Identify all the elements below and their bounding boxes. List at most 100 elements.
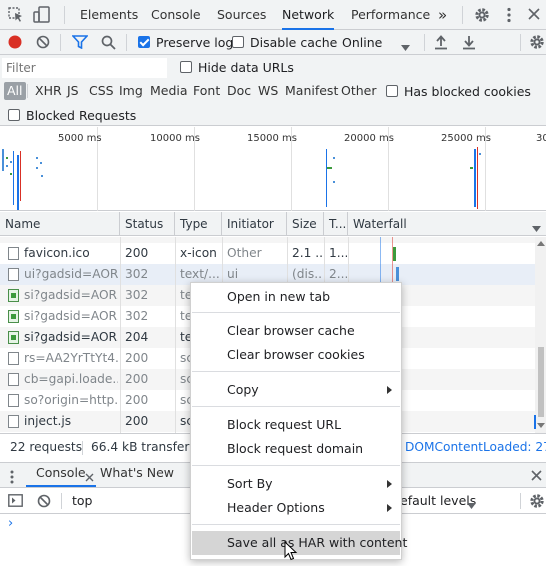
filter-icon[interactable] <box>71 35 89 52</box>
chevron-down-icon[interactable] <box>401 40 410 54</box>
request-status: 302 <box>125 288 149 302</box>
table-row[interactable]: favicon.ico 200 x-icon Other 2.1 ... 1..… <box>0 243 546 264</box>
file-icon <box>8 268 19 281</box>
image-file-icon <box>8 331 19 344</box>
more-tabs-icon[interactable]: » <box>438 0 447 30</box>
close-tab-icon[interactable] <box>85 471 94 485</box>
overview-tick-label: 20000 ms <box>344 133 394 144</box>
type-filter-xhr[interactable]: XHR <box>32 82 65 100</box>
hide-data-urls-checkbox[interactable] <box>180 61 192 73</box>
menu-item-block-request-url[interactable]: Block request URL <box>192 413 400 437</box>
request-name: inject.js <box>24 414 72 428</box>
type-filter-css[interactable]: CSS <box>86 82 117 100</box>
column-header-type[interactable]: Type <box>175 212 222 236</box>
request-name: rs=AA2YrTtYt4... <box>24 351 118 365</box>
request-initiator: Other <box>227 246 262 260</box>
settings-gear-icon[interactable] <box>474 7 490 26</box>
column-header-waterfall[interactable]: Waterfall <box>348 212 546 236</box>
request-status: 204 <box>125 330 149 344</box>
request-status: 200 <box>125 393 149 407</box>
has-blocked-cookies-checkbox[interactable] <box>386 85 398 97</box>
column-header-initiator[interactable]: Initiator <box>222 212 287 236</box>
tab-elements[interactable]: Elements <box>80 0 138 30</box>
preserve-log-label: Preserve log <box>156 35 234 50</box>
type-filter-doc[interactable]: Doc <box>224 82 254 100</box>
request-type: x-icon <box>180 246 217 260</box>
file-icon <box>8 247 19 260</box>
drawer-tab-whats-new[interactable]: What's New <box>100 461 174 487</box>
levels-chevron-down-icon[interactable] <box>467 498 476 512</box>
type-filter-font[interactable]: Font <box>190 82 223 100</box>
type-filter-img[interactable]: Img <box>116 82 146 100</box>
column-header-size[interactable]: Size <box>287 212 324 236</box>
clear-icon[interactable] <box>36 35 50 52</box>
dom-content-loaded-time: DOMContentLoaded: 277 r <box>405 440 546 454</box>
submenu-arrow-icon <box>387 386 392 394</box>
request-name: ui?gadsid=AOR... <box>24 267 118 281</box>
request-name: si?gadsid=AOR... <box>24 330 118 344</box>
record-icon[interactable] <box>8 35 22 52</box>
menu-item-sort-by[interactable]: Sort By <box>192 472 400 496</box>
devtools-tab-bar: Elements Console Sources Network Perform… <box>0 0 546 30</box>
tab-performance[interactable]: Performance <box>351 0 430 30</box>
overview-bars <box>2 147 481 210</box>
filter-input[interactable] <box>2 58 167 78</box>
preserve-log-checkbox[interactable] <box>138 36 150 48</box>
type-filter-ws[interactable]: WS <box>255 82 281 100</box>
drawer-menu-icon[interactable] <box>9 470 15 487</box>
show-sidebar-icon[interactable] <box>8 494 23 510</box>
menu-item-open-in-new-tab[interactable]: Open in new tab <box>192 285 400 309</box>
menu-item-block-request-domain[interactable]: Block request domain <box>192 437 400 461</box>
device-toolbar-icon[interactable] <box>33 6 51 26</box>
import-har-icon[interactable] <box>434 34 448 53</box>
network-overview[interactable]: 5000 ms 10000 ms 15000 ms 20000 ms 25000… <box>0 127 546 211</box>
console-settings-gear-icon[interactable] <box>529 493 545 512</box>
search-icon[interactable] <box>101 35 116 53</box>
console-prompt-icon[interactable]: › <box>8 516 13 531</box>
request-name: favicon.ico <box>24 246 90 260</box>
requests-table-header: Name Status Type Initiator Size T... Wat… <box>0 212 546 236</box>
scrollbar-thumb[interactable] <box>538 347 544 417</box>
blocked-requests-checkbox[interactable] <box>8 109 20 121</box>
close-devtools-icon[interactable] <box>528 8 540 23</box>
type-filter-all[interactable]: All <box>4 82 26 100</box>
type-filter-js[interactable]: JS <box>64 82 82 100</box>
column-header-time[interactable]: T... <box>324 212 348 236</box>
throttling-select[interactable]: Online <box>342 35 382 50</box>
request-name: si?gadsid=AOR... <box>24 309 118 323</box>
request-status: 302 <box>125 267 149 281</box>
menu-item-sort-by-label: Sort By <box>227 476 273 491</box>
overview-tick-label: 30 <box>536 133 546 144</box>
file-icon <box>8 415 19 428</box>
type-filter-other[interactable]: Other <box>338 82 380 100</box>
request-size: 2.1 ... <box>292 246 322 260</box>
request-status: 200 <box>125 372 149 386</box>
overview-tick-label: 10000 ms <box>150 133 200 144</box>
more-options-icon[interactable] <box>506 7 512 26</box>
menu-item-clear-browser-cache[interactable]: Clear browser cache <box>192 319 400 343</box>
submenu-arrow-icon <box>387 504 392 512</box>
close-drawer-icon[interactable] <box>531 470 542 484</box>
context-selector[interactable]: top <box>72 493 92 508</box>
export-har-icon[interactable] <box>462 34 476 53</box>
request-status: 200 <box>125 351 149 365</box>
type-filter-manifest[interactable]: Manifest <box>282 82 341 100</box>
column-header-status[interactable]: Status <box>120 212 175 236</box>
menu-item-copy[interactable]: Copy <box>192 378 400 402</box>
column-header-name[interactable]: Name <box>0 212 120 236</box>
type-filter-media[interactable]: Media <box>147 82 191 100</box>
network-settings-gear-icon[interactable] <box>529 34 545 53</box>
menu-item-header-options[interactable]: Header Options <box>192 496 400 520</box>
image-file-icon <box>8 310 19 323</box>
sort-triangle-icon <box>532 221 541 235</box>
tab-console[interactable]: Console <box>151 0 201 30</box>
context-menu: Open in new tab Clear browser cache Clea… <box>190 282 407 560</box>
log-levels-select[interactable]: efault levels <box>400 493 476 508</box>
inspect-element-icon[interactable] <box>8 7 24 26</box>
tab-sources[interactable]: Sources <box>217 0 266 30</box>
request-name: si?gadsid=AOR... <box>24 288 118 302</box>
menu-item-clear-browser-cookies[interactable]: Clear browser cookies <box>192 343 400 367</box>
disable-cache-checkbox[interactable] <box>232 36 244 48</box>
clear-console-icon[interactable] <box>37 494 51 511</box>
tab-network[interactable]: Network <box>282 0 335 30</box>
